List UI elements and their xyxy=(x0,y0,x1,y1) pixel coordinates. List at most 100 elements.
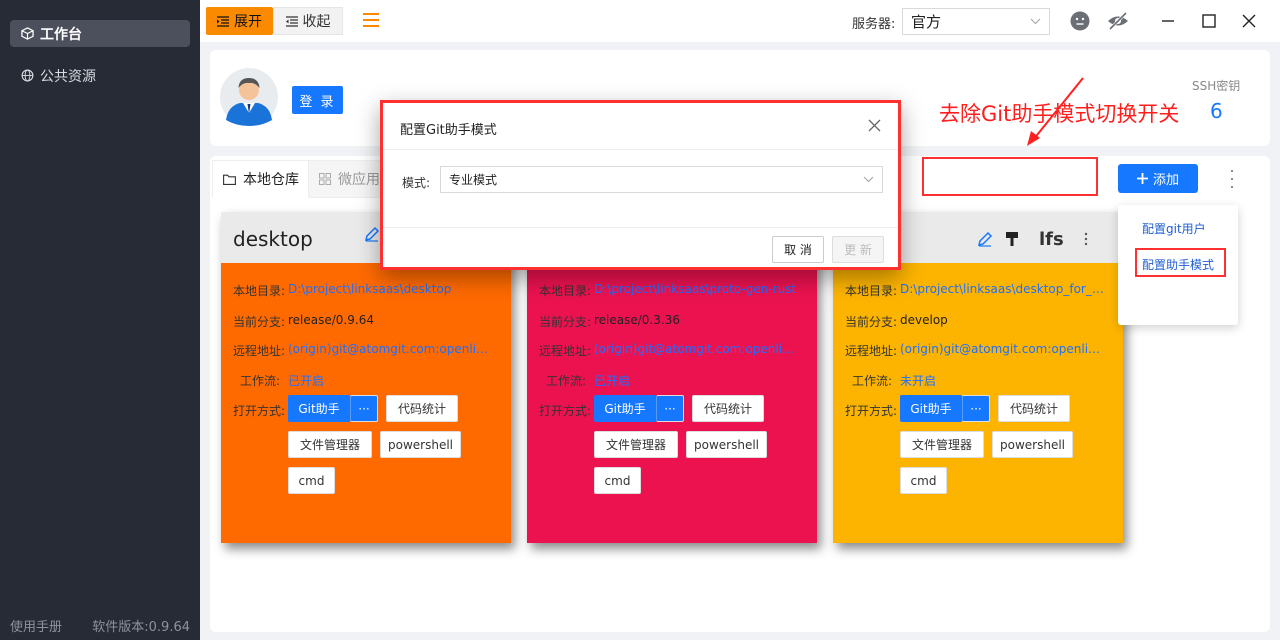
workflow-value[interactable]: 未开启 xyxy=(900,372,936,389)
cancel-button[interactable]: 取 消 xyxy=(772,236,824,263)
remote-label: 远程地址: xyxy=(233,344,286,358)
dir-value[interactable]: D:\project\linksaas\proto-gen-rust xyxy=(594,282,796,299)
code-stats-button[interactable]: 代码统计 xyxy=(998,395,1070,422)
code-stats-button[interactable]: 代码统计 xyxy=(692,395,764,422)
user-manual-link[interactable]: 使用手册 xyxy=(10,616,62,635)
git-helper-button[interactable]: Git助手 xyxy=(594,395,656,422)
dir-label: 本地目录: xyxy=(233,284,286,298)
tab-micro-app[interactable]: 微应用 xyxy=(308,160,391,198)
expand-button[interactable]: 展开 xyxy=(206,7,273,35)
minimize-icon[interactable] xyxy=(1157,10,1179,32)
powershell-button[interactable]: powershell xyxy=(380,431,461,458)
git-helper-more-button[interactable]: ··· xyxy=(962,395,990,422)
chevron-down-icon xyxy=(863,176,874,183)
menu-icon[interactable] xyxy=(362,11,380,29)
divider xyxy=(383,227,898,228)
powershell-button[interactable]: powershell xyxy=(992,431,1073,458)
tab-label: 本地仓库 xyxy=(243,172,299,188)
cube-icon xyxy=(20,27,34,41)
menu-item-config-git-user[interactable]: 配置git用户 xyxy=(1142,220,1206,237)
folder-icon xyxy=(223,174,236,185)
divider xyxy=(383,149,898,150)
more-options-menu: 配置git用户 配置助手模式 xyxy=(1118,205,1238,325)
sidebar-item-public-resources[interactable]: 公共资源 xyxy=(10,62,190,89)
top-bar: 展开 收起 服务器: 官方 xyxy=(200,0,1280,42)
edit-icon[interactable] xyxy=(364,226,380,242)
lfs-badge[interactable]: lfs xyxy=(1031,226,1072,252)
card-body: 本地目录: D:\project\linksaas\proto-gen-rust … xyxy=(527,263,817,543)
edit-icon[interactable] xyxy=(977,231,993,247)
card-more-icon[interactable] xyxy=(1084,232,1088,246)
powershell-button[interactable]: powershell xyxy=(686,431,767,458)
dir-value[interactable]: D:\project\linksaas\desktop xyxy=(288,282,451,299)
workflow-value[interactable]: 已开启 xyxy=(594,372,630,389)
dir-value[interactable]: D:\project\linksaas\desktop_for_atomgit xyxy=(900,282,1107,299)
open-with-label: 打开方式: xyxy=(845,404,898,418)
mode-select[interactable]: 专业模式 xyxy=(440,166,883,193)
sidebar: 工作台 公共资源 使用手册 软件版本:0.9.64 xyxy=(0,0,200,640)
sidebar-footer: 使用手册 软件版本:0.9.64 xyxy=(10,616,190,635)
git-helper-more-button[interactable]: ··· xyxy=(350,395,378,422)
server-select-value: 官方 xyxy=(911,13,942,31)
file-manager-button[interactable]: 文件管理器 xyxy=(288,431,372,458)
workflow-label: 工作流: xyxy=(240,374,281,388)
file-manager-button[interactable]: 文件管理器 xyxy=(594,431,678,458)
branch-value: develop xyxy=(900,313,948,327)
server-select[interactable]: 官方 xyxy=(902,8,1050,35)
cmd-button[interactable]: cmd xyxy=(288,467,335,494)
remote-value[interactable]: (origin)git@atomgit.com:openlinksaas/des… xyxy=(900,342,1107,359)
close-icon[interactable] xyxy=(868,119,882,133)
file-manager-button[interactable]: 文件管理器 xyxy=(900,431,984,458)
collapse-button[interactable]: 收起 xyxy=(273,7,343,35)
mode-label: 模式: xyxy=(402,176,431,190)
sidebar-item-label: 工作台 xyxy=(40,26,82,43)
emoji-face-icon[interactable] xyxy=(1069,10,1091,32)
branch-value: release/0.9.64 xyxy=(288,313,374,327)
more-options-icon[interactable] xyxy=(1228,170,1236,188)
open-with-label: 打开方式: xyxy=(539,404,592,418)
annotation-highlight-box xyxy=(922,157,1098,196)
add-repo-button[interactable]: 添加 xyxy=(1118,164,1198,193)
branch-value: release/0.3.36 xyxy=(594,313,680,327)
add-label: 添加 xyxy=(1152,173,1179,188)
git-helper-button[interactable]: Git助手 xyxy=(288,395,350,422)
close-icon[interactable] xyxy=(1238,10,1260,32)
dir-label: 本地目录: xyxy=(539,284,592,298)
cmd-button[interactable]: cmd xyxy=(594,467,641,494)
branch-label: 当前分支: xyxy=(845,315,898,329)
expand-icon xyxy=(217,15,229,27)
plus-icon xyxy=(1136,173,1148,184)
eye-off-icon[interactable] xyxy=(1107,10,1129,32)
open-with-label: 打开方式: xyxy=(233,404,286,418)
card-body: 本地目录:D:\project\linksaas\desktop_for_ato… xyxy=(833,263,1123,543)
cmd-button[interactable]: cmd xyxy=(900,467,947,494)
branch-label: 当前分支: xyxy=(233,315,286,329)
workflow-value[interactable]: 已开启 xyxy=(288,372,324,389)
workflow-label: 工作流: xyxy=(546,374,587,388)
sidebar-item-workbench[interactable]: 工作台 xyxy=(10,20,190,47)
git-helper-more-button[interactable]: ··· xyxy=(656,395,684,422)
maximize-icon[interactable] xyxy=(1198,10,1220,32)
card-title: desktop xyxy=(233,227,313,251)
card-actions xyxy=(364,226,380,242)
sidebar-item-label: 公共资源 xyxy=(40,68,96,85)
software-version: 软件版本:0.9.64 xyxy=(92,620,190,635)
remote-value[interactable]: (origin)git@atomgit.com:openlinksaas/des… xyxy=(288,342,495,359)
config-git-helper-dialog: 配置Git助手模式 模式: 专业模式 取 消 更 新 xyxy=(380,100,901,270)
git-helper-button[interactable]: Git助手 xyxy=(900,395,962,422)
card-body: 本地目录: D:\project\linksaas\desktop 当前分支: re… xyxy=(221,263,511,543)
paint-brush-icon[interactable] xyxy=(1005,231,1019,247)
globe-icon xyxy=(20,69,34,83)
code-stats-button[interactable]: 代码统计 xyxy=(386,395,458,422)
remote-label: 远程地址: xyxy=(845,344,898,358)
remote-value[interactable]: (origin)git@atomgit.com:openlinksaas/pro… xyxy=(594,342,801,359)
update-button[interactable]: 更 新 xyxy=(832,236,884,263)
remote-label: 远程地址: xyxy=(539,344,592,358)
workflow-label: 工作流: xyxy=(852,374,893,388)
menu-item-config-helper-mode[interactable]: 配置助手模式 xyxy=(1142,256,1214,273)
tab-label: 微应用 xyxy=(338,172,380,188)
server-label: 服务器: xyxy=(852,17,896,32)
dir-label: 本地目录: xyxy=(845,284,898,298)
tab-local-repo[interactable]: 本地仓库 xyxy=(212,160,310,198)
collapse-label: 收起 xyxy=(302,14,331,30)
